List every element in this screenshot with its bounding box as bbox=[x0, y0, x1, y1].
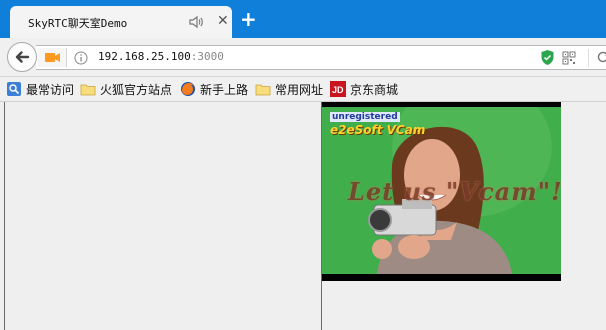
video-frame: unregistered e2eSoft VCam Let us "Vcam"! bbox=[322, 107, 561, 274]
bookmark-label: 京东商城 bbox=[350, 82, 399, 97]
url-port: :3000 bbox=[190, 50, 224, 63]
info-icon[interactable] bbox=[74, 50, 88, 65]
bookmark-most-visited[interactable]: 最常访问 bbox=[6, 80, 74, 98]
speaker-icon[interactable] bbox=[188, 14, 204, 30]
back-button[interactable] bbox=[7, 42, 37, 72]
folder-icon bbox=[255, 84, 271, 96]
page-content: unregistered e2eSoft VCam Let us "Vcam"! bbox=[0, 102, 606, 330]
vcam-brand-watermark: e2eSoft VCam bbox=[330, 123, 426, 137]
video-caption: Let us "Vcam"! bbox=[348, 177, 561, 206]
video-player[interactable]: unregistered e2eSoft VCam Let us "Vcam"! bbox=[322, 102, 561, 281]
tab-close-button[interactable]: ✕ bbox=[217, 12, 229, 30]
shield-icon[interactable] bbox=[540, 49, 555, 66]
back-arrow-icon bbox=[15, 51, 30, 63]
svg-text:JD: JD bbox=[332, 85, 344, 95]
bookmark-search-icon bbox=[7, 82, 21, 96]
site-identity[interactable] bbox=[38, 48, 67, 67]
jd-icon: JD bbox=[330, 81, 346, 97]
bookmark-jd-mall[interactable]: JD 京东商城 bbox=[330, 80, 398, 98]
reload-icon[interactable] bbox=[595, 49, 606, 65]
folder-icon bbox=[80, 84, 96, 96]
bookmark-label: 常用网址 bbox=[275, 82, 324, 97]
url-bar[interactable]: 192.168.25.100:3000 bbox=[36, 45, 606, 70]
camera-icon bbox=[45, 53, 60, 62]
bookmarks-toolbar: 最常访问 火狐官方站点 新手上路 常用网址 JD 京东商城 bbox=[0, 77, 606, 102]
bookmark-label: 火狐官方站点 bbox=[100, 82, 173, 97]
unregistered-watermark: unregistered bbox=[330, 112, 400, 122]
browser-tab[interactable]: SkyRTC聊天室Demo ✕ bbox=[10, 6, 232, 38]
toolbar-divider bbox=[588, 49, 589, 67]
tab-title: SkyRTC聊天室Demo bbox=[28, 17, 128, 30]
url-text[interactable]: 192.168.25.100:3000 bbox=[98, 50, 224, 63]
url-host: 192.168.25.100 bbox=[98, 50, 191, 63]
bookmark-label: 新手上路 bbox=[200, 82, 249, 97]
qr-code-icon[interactable] bbox=[562, 50, 576, 65]
bookmark-firefox-sites[interactable]: 火狐官方站点 bbox=[80, 80, 172, 98]
new-tab-button[interactable]: + bbox=[240, 9, 257, 29]
tab-strip: SkyRTC聊天室Demo ✕ + bbox=[0, 0, 606, 38]
navigation-bar: 192.168.25.100:3000 bbox=[0, 38, 606, 77]
chat-panel bbox=[4, 102, 322, 330]
bookmark-label: 最常访问 bbox=[26, 82, 75, 97]
bookmark-common-sites[interactable]: 常用网址 bbox=[255, 80, 323, 98]
firefox-icon bbox=[181, 82, 195, 96]
bookmark-getting-started[interactable]: 新手上路 bbox=[180, 80, 248, 98]
